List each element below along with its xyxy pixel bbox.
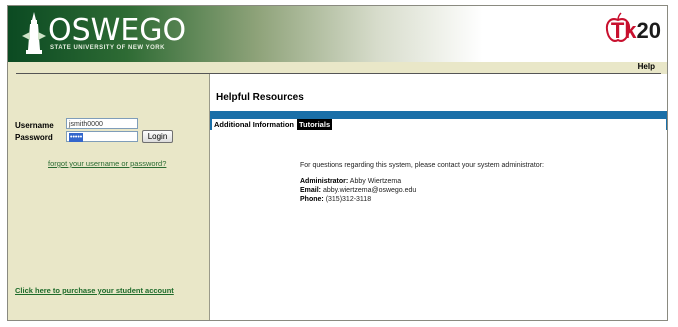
email-value[interactable]: abby.wiertzema@oswego.edu xyxy=(323,187,416,194)
tab-strip: Additional Information Tutorials xyxy=(212,119,666,130)
administrator-line: Administrator: Abby Wiertzema xyxy=(300,178,401,185)
forgot-credentials-link[interactable]: forgot your username or password? xyxy=(48,159,166,168)
resources-tab-bar: Additional Information Tutorials xyxy=(210,111,667,130)
resources-panel: Helpful Resources Additional Information… xyxy=(209,74,667,320)
page-frame: OSWEGO STATE UNIVERSITY OF NEW YORK Tk20… xyxy=(7,5,668,321)
email-line: Email: abby.wiertzema@oswego.edu xyxy=(300,187,416,194)
phone-label: Phone: xyxy=(300,196,324,203)
phone-line: Phone: (315)312-3118 xyxy=(300,196,371,203)
tk20-logo-prefix: Tk xyxy=(610,18,637,43)
password-label: Password xyxy=(15,133,53,142)
username-label: Username xyxy=(15,121,54,130)
lighthouse-logo-icon xyxy=(22,12,46,54)
username-input[interactable]: jsmith0000 xyxy=(66,118,138,129)
header-banner: OSWEGO STATE UNIVERSITY OF NEW YORK Tk20 xyxy=(8,6,667,62)
purchase-account-link[interactable]: Click here to purchase your student acco… xyxy=(15,286,174,295)
administrator-value: Abby Wiertzema xyxy=(349,178,402,185)
tab-additional-information[interactable]: Additional Information xyxy=(212,119,296,130)
password-input[interactable]: ••••• xyxy=(66,131,138,142)
login-panel: Username jsmith0000 Password ••••• Login… xyxy=(8,74,209,320)
help-link[interactable]: Help xyxy=(638,62,655,71)
tab-tutorials[interactable]: Tutorials xyxy=(297,119,333,130)
administrator-label: Administrator: xyxy=(300,178,349,185)
email-label: Email: xyxy=(300,187,322,194)
oswego-logo-subtext: STATE UNIVERSITY OF NEW YORK xyxy=(50,45,165,51)
contact-intro-text: For questions regarding this system, ple… xyxy=(300,162,544,169)
phone-value: (315)312-3118 xyxy=(325,196,372,203)
tk20-logo-suffix: 20 xyxy=(636,18,661,43)
login-button[interactable]: Login xyxy=(142,130,173,143)
password-value: ••••• xyxy=(69,133,84,142)
resources-title: Helpful Resources xyxy=(216,92,304,103)
tk20-logo: Tk20 xyxy=(611,18,661,44)
oswego-logo-text: OSWEGO xyxy=(48,13,187,48)
